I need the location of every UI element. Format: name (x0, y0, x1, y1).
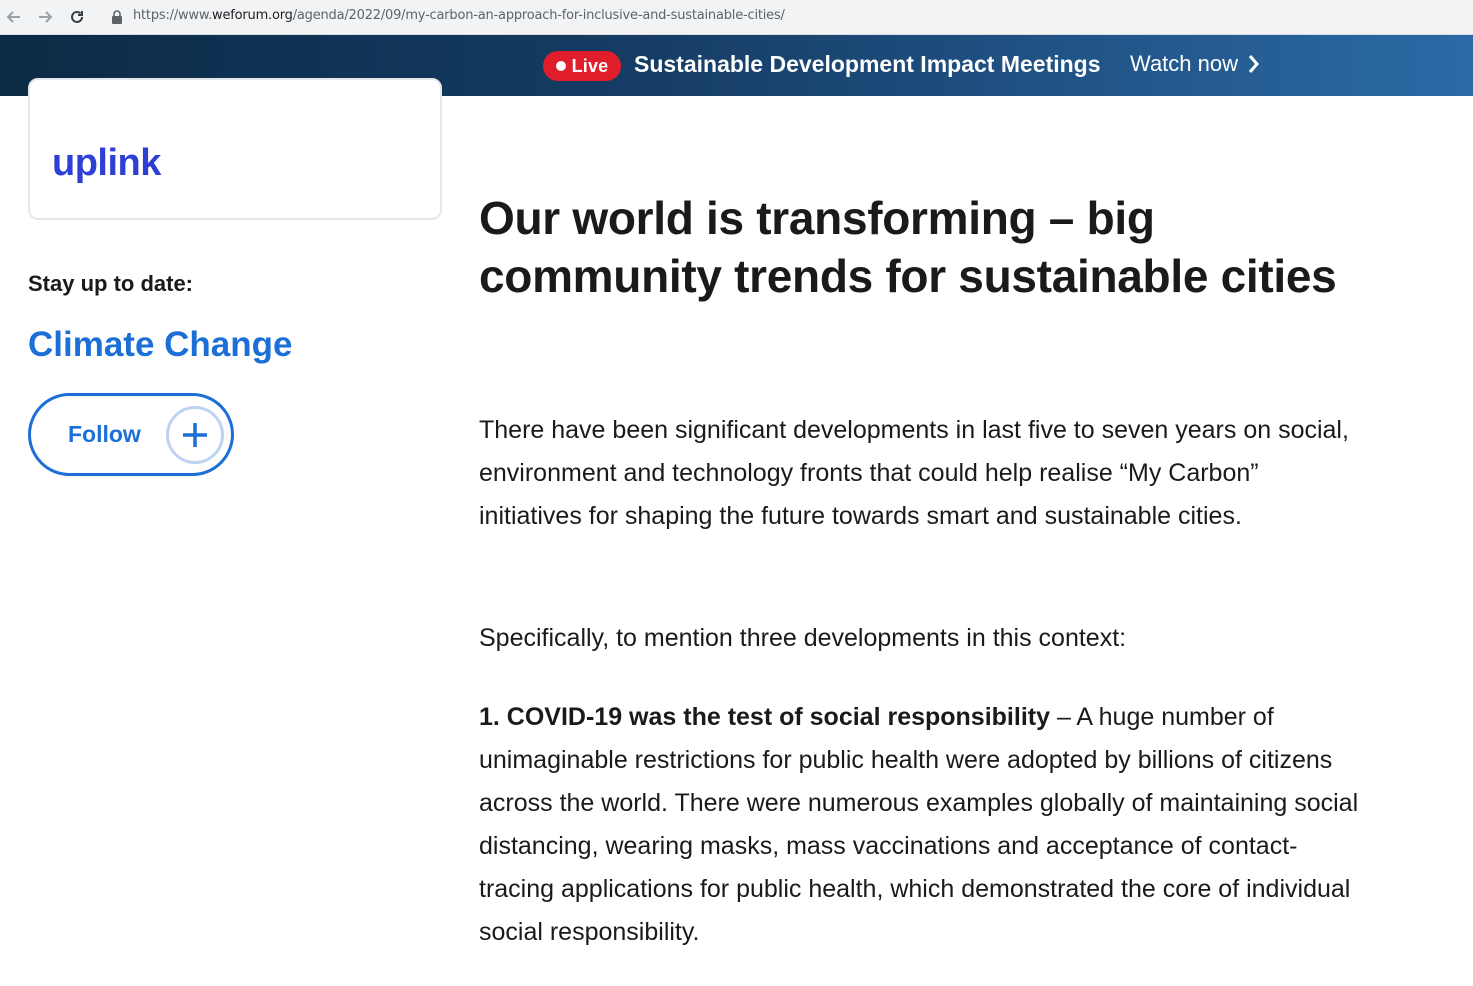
follow-button[interactable]: Follow (28, 393, 234, 476)
plus-icon (166, 406, 224, 464)
browser-toolbar: https://www.weforum.org/agenda/2022/09/m… (0, 0, 1473, 35)
lock-icon (112, 10, 122, 24)
reload-icon (71, 10, 83, 23)
stay-up-to-date-label: Stay up to date: (28, 271, 194, 296)
point-1-body: – A huge number of unimaginable restrict… (479, 703, 1359, 946)
url-path: /agenda/2022/09/my-carbon-an-approach-fo… (292, 8, 785, 23)
follow-label: Follow (68, 421, 141, 447)
back-button[interactable] (2, 5, 26, 29)
article-paragraph-1: There have been significant developments… (479, 416, 1349, 530)
uplink-logo: uplink (52, 142, 161, 184)
chevron-right-icon (1248, 55, 1260, 73)
url-prefix: https://www. (133, 8, 213, 23)
point-1-heading: 1. COVID-19 was the test of social respo… (479, 703, 1050, 731)
live-label: Live (571, 55, 609, 76)
topic-link[interactable]: Climate Change (28, 325, 293, 365)
live-badge: Live (543, 51, 621, 81)
reload-button[interactable] (65, 5, 89, 29)
forward-button[interactable] (33, 5, 57, 29)
article-paragraph-2: Specifically, to mention three developme… (479, 624, 1127, 652)
watch-now-label: Watch now (1130, 51, 1239, 76)
address-bar[interactable]: https://www.weforum.org/agenda/2022/09/m… (133, 8, 785, 23)
article-title: Our world is transforming – big communit… (479, 192, 1337, 302)
arrow-left-icon (6, 11, 20, 23)
uplink-card[interactable]: uplink (28, 78, 442, 220)
banner-title: Sustainable Development Impact Meetings (634, 51, 1101, 77)
watch-now-link[interactable]: Watch now (1130, 51, 1260, 77)
arrow-right-icon (39, 11, 53, 23)
live-dot-icon (555, 61, 566, 71)
url-domain: weforum.org (212, 8, 293, 23)
article-paragraph-3: 1. COVID-19 was the test of social respo… (479, 696, 1359, 954)
